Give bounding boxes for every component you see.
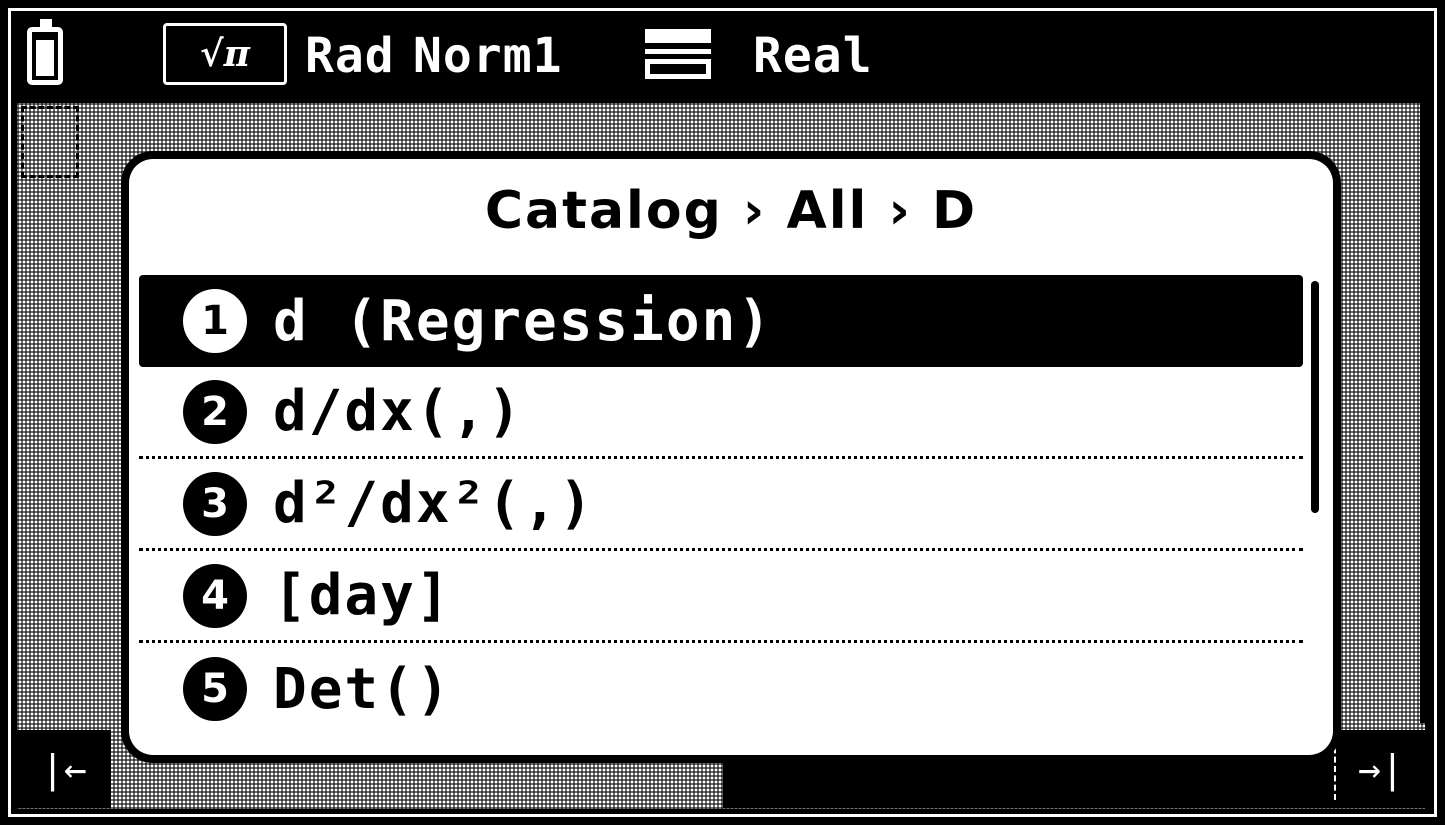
list-item[interactable]: 2 d/dx(,) — [139, 367, 1303, 459]
list-item[interactable]: 5 Det() — [139, 643, 1303, 735]
complex-mode-indicator: Real — [753, 28, 873, 84]
number-badge: 4 — [183, 563, 247, 628]
fraction-format-icon — [645, 29, 711, 79]
battery-icon — [27, 19, 63, 85]
number-badge: 3 — [183, 471, 247, 536]
list-item[interactable]: 4 [day] — [139, 551, 1303, 643]
item-label: [day] — [273, 563, 452, 628]
display-mode-indicator: Norm1 — [413, 28, 563, 84]
list-item[interactable]: 3 d²/dx²(,) — [139, 459, 1303, 551]
catalog-list: 1 d (Regression) 2 d/dx(,) 3 d²/dx²(,) 4… — [139, 275, 1303, 735]
angle-mode-indicator: Rad — [305, 28, 395, 84]
item-label: d (Regression) — [273, 288, 774, 354]
number-badge: 5 — [183, 657, 247, 721]
first-page-icon[interactable]: |← — [17, 730, 111, 808]
catalog-dialog: Catalog › All › D 1 d (Regression) 2 d/d… — [121, 151, 1341, 763]
last-page-icon[interactable]: →| — [1334, 730, 1428, 808]
input-mode-indicator: √π — [163, 23, 287, 85]
item-label: d²/dx²(,) — [273, 471, 595, 536]
item-label: d/dx(,) — [273, 379, 524, 444]
breadcrumb: Catalog › All › D — [484, 181, 978, 241]
number-badge: 2 — [183, 379, 247, 444]
number-badge: 1 — [183, 289, 247, 353]
calculator-screen: √π Rad Norm1 Real |← →| Catalog › All › … — [0, 0, 1445, 825]
cursor-box — [21, 106, 79, 178]
screen-frame: √π Rad Norm1 Real |← →| Catalog › All › … — [8, 8, 1437, 817]
list-item[interactable]: 1 d (Regression) — [139, 275, 1303, 367]
scrollbar[interactable] — [1311, 281, 1319, 513]
status-bar: √π Rad Norm1 Real — [11, 11, 1434, 103]
item-label: Det() — [273, 656, 452, 722]
screen-edge — [1420, 103, 1428, 723]
